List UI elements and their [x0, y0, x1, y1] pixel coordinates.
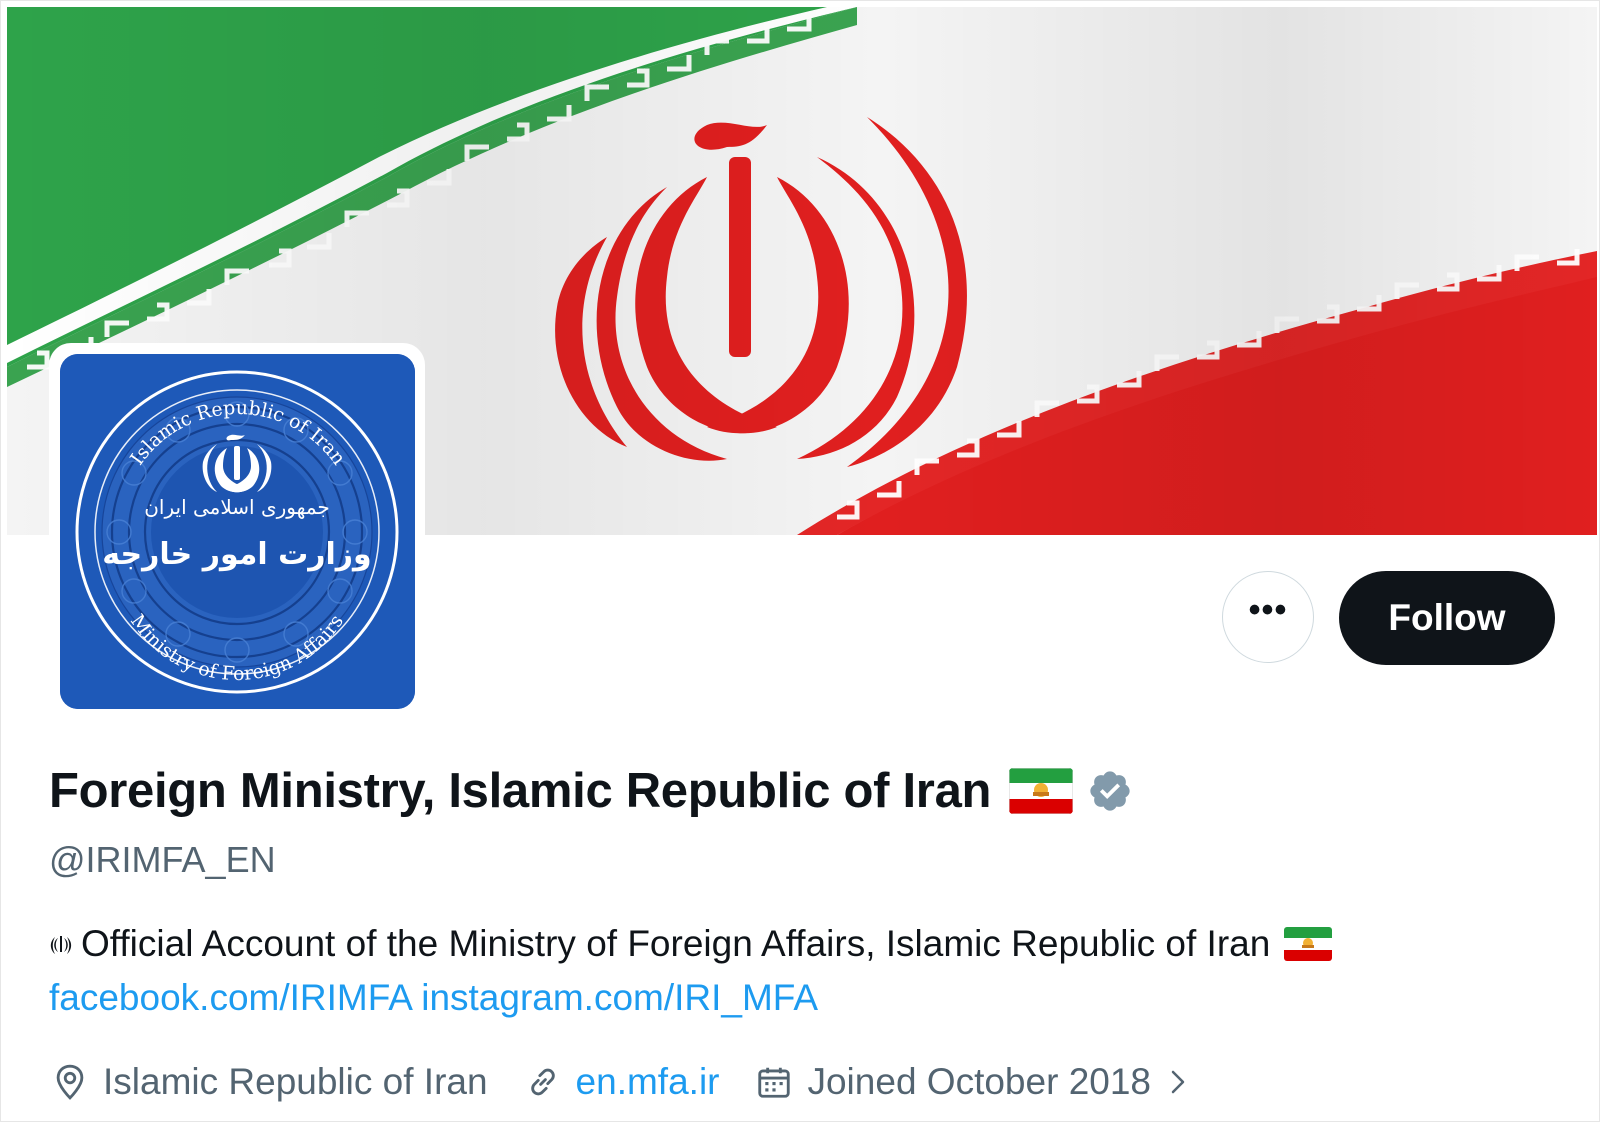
link-icon — [530, 1068, 555, 1096]
flag-emoji-icon — [1009, 768, 1074, 814]
calendar-icon — [758, 1067, 791, 1098]
avatar[interactable]: جمهوری اسلامی ایران وزارت امور خارجه Isl… — [60, 354, 415, 709]
website-item[interactable]: en.mfa.ir — [524, 1061, 720, 1103]
profile-bio: Official Account of the Ministry of Fore… — [49, 923, 1333, 965]
joined-item[interactable]: Joined October 2018 — [755, 1061, 1193, 1103]
location-pin-icon — [56, 1064, 84, 1100]
profile-name-row: Foreign Ministry, Islamic Republic of Ir… — [49, 763, 1133, 819]
instagram-link[interactable]: instagram.com/IRI_MFA — [421, 977, 818, 1018]
chevron-right-icon[interactable] — [1163, 1065, 1193, 1099]
profile-page: جمهوری اسلامی ایران وزارت امور خارجه Isl… — [0, 0, 1600, 1122]
more-options-button[interactable]: ••• — [1222, 571, 1314, 663]
bio-links: facebook.com/IRIMFA instagram.com/IRI_MF… — [49, 977, 818, 1019]
follow-button[interactable]: Follow — [1339, 571, 1555, 665]
website-link[interactable]: en.mfa.ir — [576, 1061, 720, 1103]
joined-text: Joined October 2018 — [807, 1061, 1151, 1102]
seal-persian-line2: وزارت امور خارجه — [102, 537, 371, 572]
iran-emblem-icon — [50, 936, 72, 954]
flag-emoji-icon — [1284, 927, 1333, 961]
display-name: Foreign Ministry, Islamic Republic of Ir… — [49, 764, 992, 818]
more-icon: ••• — [1248, 591, 1288, 629]
profile-meta-row: Islamic Republic of Iran en.mfa.ir Joine… — [51, 1061, 1229, 1103]
bio-text: Official Account of the Ministry of Fore… — [81, 923, 1271, 964]
verified-badge-icon[interactable] — [1087, 768, 1133, 814]
facebook-link[interactable]: facebook.com/IRIMFA — [49, 977, 411, 1018]
profile-handle: @IRIMFA_EN — [49, 839, 276, 880]
location-item: Islamic Republic of Iran — [51, 1061, 488, 1103]
ministry-seal-icon: جمهوری اسلامی ایران وزارت امور خارجه Isl… — [60, 354, 415, 709]
location-text: Islamic Republic of Iran — [103, 1061, 488, 1102]
seal-persian-line1: جمهوری اسلامی ایران — [144, 495, 330, 519]
